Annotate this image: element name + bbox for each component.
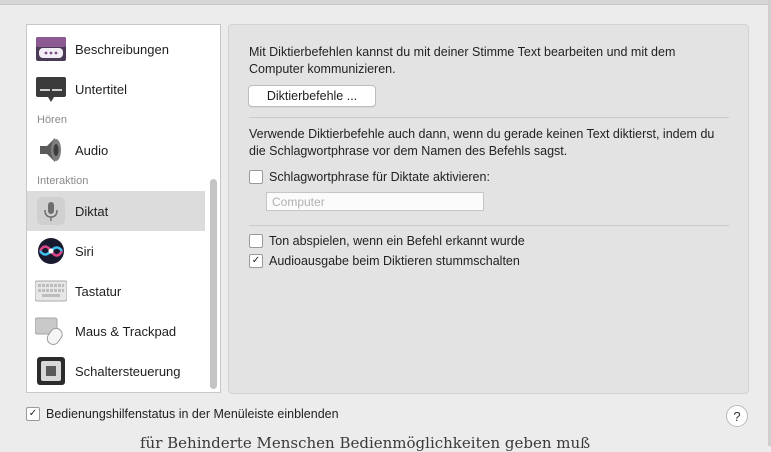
sidebar-section-hoeren: Hören <box>37 114 67 126</box>
play-sound-checkbox-row[interactable]: Ton abspielen, wenn ein Befehl erkannt w… <box>249 234 525 248</box>
separator <box>249 117 729 118</box>
help-button[interactable]: ? <box>726 405 748 427</box>
sidebar-item-label: Tastatur <box>75 283 122 299</box>
speech-bubbles-icon <box>35 33 67 65</box>
sidebar-section-interaktion: Interaktion <box>37 175 89 187</box>
sidebar-item-label: Beschreibungen <box>75 41 169 57</box>
sidebar-item-label: Untertitel <box>75 81 128 97</box>
sidebar-item-label: Audio <box>75 142 109 158</box>
speaker-icon <box>35 134 67 166</box>
window-top-border <box>0 0 771 5</box>
sidebar-item-maus-trackpad[interactable]: Maus & Trackpad <box>27 311 205 351</box>
keyword-phrase-description: Verwende Diktierbefehle auch dann, wenn … <box>249 127 715 158</box>
switch-control-icon <box>35 355 67 387</box>
sidebar-item-label: Diktat <box>75 203 109 219</box>
mute-audio-checkbox[interactable]: ✓ <box>249 254 263 268</box>
sidebar-scrollbar[interactable] <box>210 179 217 389</box>
sidebar-item-label: Siri <box>75 243 94 259</box>
play-sound-checkbox[interactable] <box>249 234 263 248</box>
background-document-text: für Behinderte Menschen Bedienmöglichkei… <box>140 434 591 452</box>
sidebar-item-siri[interactable]: Siri <box>27 231 205 271</box>
sidebar-item-audio[interactable]: Audio <box>27 130 205 170</box>
dictation-commands-description: Mit Diktierbefehlen kannst du mit deiner… <box>249 45 676 76</box>
mouse-trackpad-icon <box>35 315 67 347</box>
keyword-phrase-checkbox[interactable] <box>249 170 263 184</box>
siri-icon <box>35 235 67 267</box>
keyword-phrase-checkbox-row[interactable]: Schlagwortphrase für Diktate aktivieren: <box>249 170 490 184</box>
sidebar-item-schaltersteuerung[interactable]: Schaltersteuerung <box>27 351 205 391</box>
mute-audio-checkbox-row[interactable]: ✓ Audioausgabe beim Diktieren stummschal… <box>249 254 520 268</box>
play-sound-label: Ton abspielen, wenn ein Befehl erkannt w… <box>269 234 525 248</box>
menubar-status-label: Bedienungshilfenstatus in der Menüleiste… <box>46 407 339 421</box>
sidebar-item-beschreibungen[interactable]: Beschreibungen <box>27 29 205 69</box>
captions-icon <box>35 73 67 105</box>
sidebar-item-label: Schaltersteuerung <box>75 363 181 379</box>
keyword-phrase-label: Schlagwortphrase für Diktate aktivieren: <box>269 170 490 184</box>
sidebar-item-untertitel[interactable]: Untertitel <box>27 69 205 109</box>
keyboard-icon <box>35 275 67 307</box>
dictation-settings-panel: Mit Diktierbefehlen kannst du mit deiner… <box>228 24 749 394</box>
menubar-status-checkbox-row[interactable]: ✓ Bedienungshilfenstatus in der Menüleis… <box>26 407 339 421</box>
microphone-icon <box>35 195 67 227</box>
sidebar-item-tastatur[interactable]: Tastatur <box>27 271 205 311</box>
separator <box>249 225 729 226</box>
sidebar: Beschreibungen Untertitel Hören Audio In… <box>26 24 221 393</box>
mute-audio-label: Audioausgabe beim Diktieren stummschalte… <box>269 254 520 268</box>
sidebar-item-diktat[interactable]: Diktat <box>27 191 205 231</box>
dictation-commands-button[interactable]: Diktierbefehle ... <box>248 85 376 107</box>
keyword-phrase-input[interactable]: Computer <box>266 192 484 211</box>
menubar-status-checkbox[interactable]: ✓ <box>26 407 40 421</box>
sidebar-item-label: Maus & Trackpad <box>75 323 177 339</box>
